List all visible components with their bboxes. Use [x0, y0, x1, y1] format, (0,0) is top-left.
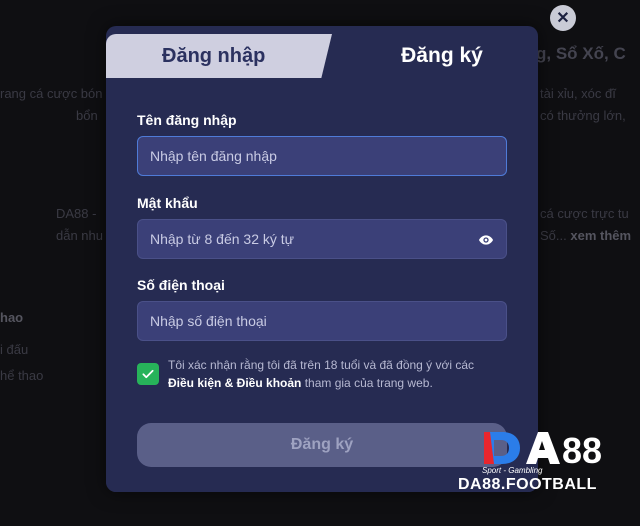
- da88-logo: 88: [484, 430, 602, 468]
- consent-text: Tôi xác nhận rằng tôi đã trên 18 tuổi và…: [168, 356, 488, 392]
- phone-label: Số điện thoại: [137, 277, 225, 293]
- username-placeholder: Nhập tên đăng nhập: [150, 148, 277, 164]
- bg-text: hao: [0, 310, 24, 325]
- phone-placeholder: Nhập số điện thoại: [150, 313, 267, 329]
- auth-modal: Đăng nhập Đăng ký Tên đăng nhập Nhập tên…: [106, 26, 538, 492]
- bg-read-more-link[interactable]: xem thêm: [570, 228, 631, 243]
- bg-text: Số... xem thêm: [540, 228, 631, 243]
- checkmark-icon: [142, 369, 154, 379]
- watermark-domain: DA88.FOOTBALL: [458, 476, 597, 493]
- username-input[interactable]: Nhập tên đăng nhập: [137, 136, 507, 176]
- consent-checkbox[interactable]: [137, 363, 159, 385]
- password-placeholder: Nhập từ 8 đến 32 ký tự: [150, 231, 295, 247]
- bg-text: có thưởng lớn,: [540, 108, 626, 123]
- bg-text: bổn: [76, 108, 98, 123]
- bg-text: tài xỉu, xóc đĩ: [540, 86, 616, 101]
- terms-link[interactable]: Điều kiện & Điều khoản: [168, 376, 301, 390]
- logo-digits: 88: [562, 430, 602, 468]
- bg-text: cá cược trực tu: [540, 206, 629, 221]
- eye-icon[interactable]: [478, 232, 494, 248]
- register-submit-label: Đăng ký: [290, 436, 354, 453]
- bg-text-part: Số...: [540, 228, 567, 243]
- bg-text: hể thao: [0, 368, 44, 383]
- bg-text: dẫn nhu: [56, 228, 103, 243]
- consent-text-before: Tôi xác nhận rằng tôi đã trên 18 tuổi và…: [168, 358, 475, 372]
- bg-text: rang cá cược bón: [0, 86, 103, 101]
- username-label: Tên đăng nhập: [137, 112, 237, 128]
- close-icon: ✕: [556, 10, 570, 27]
- watermark-tagline: Sport - Gambling: [482, 466, 543, 475]
- da88-watermark: 88 Sport - Gambling DA88.FOOTBALL: [456, 428, 636, 494]
- phone-input[interactable]: Nhập số điện thoại: [137, 301, 507, 341]
- consent-text-after: tham gia của trang web.: [304, 376, 433, 390]
- bg-text: DA88 -: [56, 206, 97, 221]
- password-label: Mật khẩu: [137, 195, 198, 211]
- bg-text: i đấu: [0, 342, 29, 357]
- register-submit-button[interactable]: Đăng ký: [137, 423, 507, 467]
- close-button[interactable]: ✕: [550, 5, 576, 31]
- password-input[interactable]: Nhập từ 8 đến 32 ký tự: [137, 219, 507, 259]
- bg-heading-fragment: g, Sổ Xố, C: [536, 44, 626, 63]
